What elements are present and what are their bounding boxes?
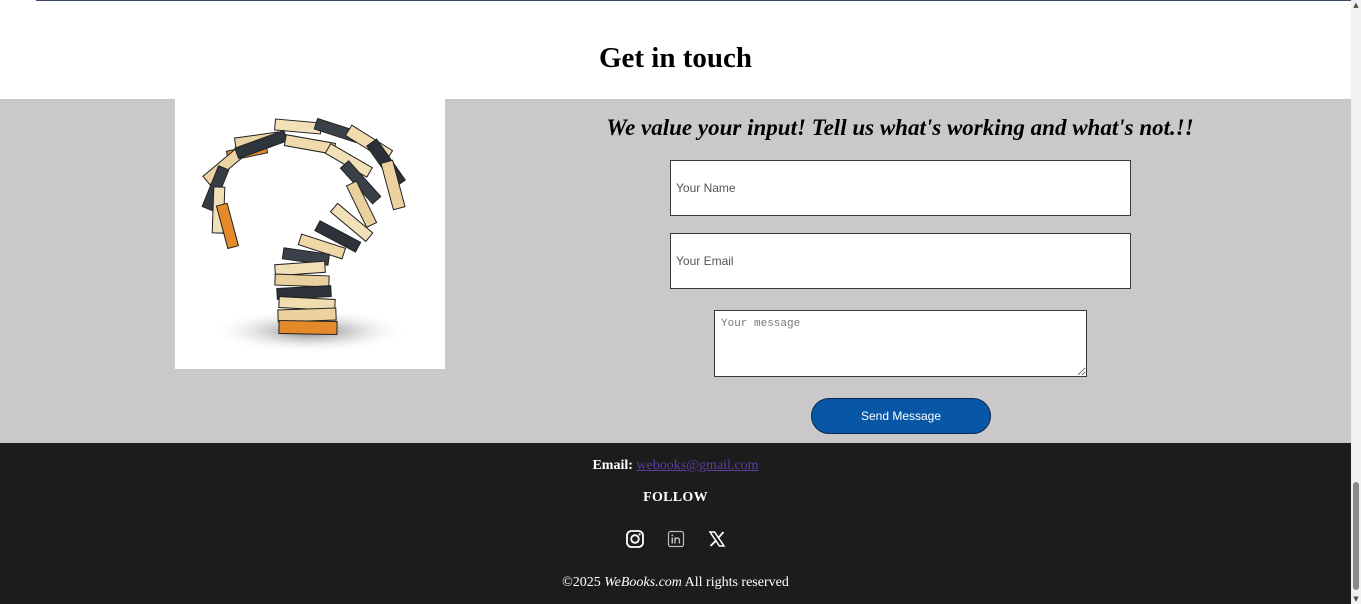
scroll-thumb[interactable] <box>1353 482 1359 590</box>
name-input[interactable] <box>670 160 1131 216</box>
email-label: Email: <box>592 458 633 473</box>
instagram-icon[interactable] <box>625 529 645 549</box>
message-textarea[interactable] <box>714 310 1087 377</box>
copyright-text: All rights reserved <box>684 575 789 590</box>
scroll-up-icon[interactable]: ▲ <box>1351 0 1361 10</box>
page-scrollbar[interactable]: ▲ ▼ <box>1351 0 1361 604</box>
linkedin-icon[interactable] <box>666 529 686 549</box>
social-links <box>0 529 1351 549</box>
email-input[interactable] <box>670 233 1131 289</box>
follow-heading: FOLLOW <box>643 490 708 505</box>
page: Get in touch We value your input! Tell u… <box>0 0 1361 604</box>
divider-line <box>36 0 1351 1</box>
copyright-year: ©2025 <box>562 575 601 590</box>
x-icon[interactable] <box>707 529 727 549</box>
copyright-brand: WeBooks.com <box>604 575 682 590</box>
email-link[interactable]: webooks@gmail.com <box>636 458 758 473</box>
section-title: Get in touch <box>598 42 753 74</box>
contact-section: We value your input! Tell us what's work… <box>0 99 1351 443</box>
send-message-button[interactable]: Send Message <box>811 398 991 434</box>
footer: Email: webooks@gmail.com FOLLOW ©2025 We… <box>0 443 1351 604</box>
question-mark-books-icon <box>201 117 410 353</box>
copyright: ©2025 WeBooks.com All rights reserved <box>0 575 1351 591</box>
footer-email: Email: webooks@gmail.com <box>0 458 1351 474</box>
contact-tagline: We value your input! Tell us what's work… <box>606 115 1194 140</box>
question-mark-books-image <box>175 99 445 369</box>
scroll-down-icon[interactable]: ▼ <box>1351 594 1361 604</box>
